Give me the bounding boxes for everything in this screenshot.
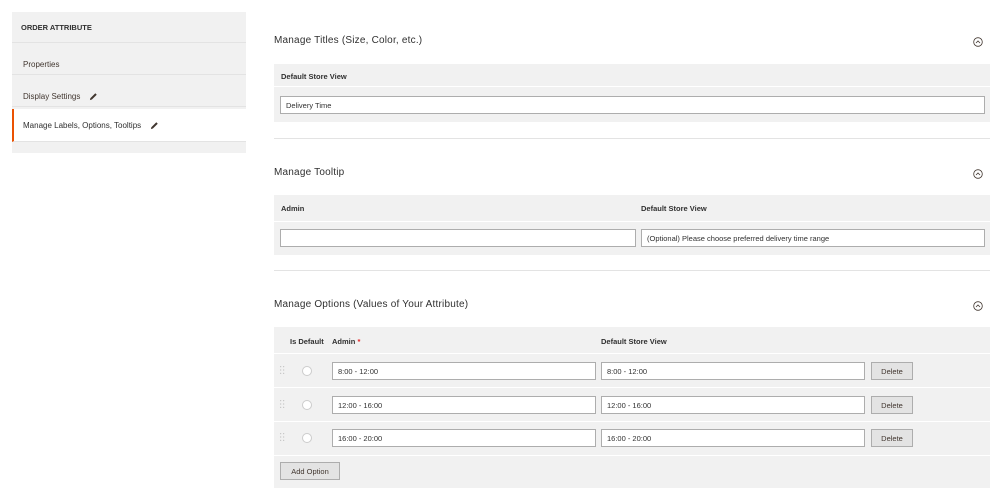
pencil-icon: [90, 93, 98, 101]
add-option-button[interactable]: Add Option: [280, 462, 340, 480]
divider: [274, 387, 990, 388]
divider: [274, 221, 990, 222]
sidebar-item-properties[interactable]: Properties: [12, 43, 246, 75]
divider: [274, 86, 990, 87]
option-store-view-input[interactable]: 8:00 - 12:00: [601, 362, 865, 380]
sidebar-title: ORDER ATTRIBUTE: [12, 12, 246, 43]
column-header-admin-label: Admin: [332, 337, 356, 346]
divider: [274, 421, 990, 422]
sidebar-item-manage-labels[interactable]: Manage Labels, Options, Tooltips: [12, 109, 246, 142]
is-default-radio[interactable]: [302, 433, 312, 443]
column-header-is-default: Is Default: [290, 337, 324, 346]
sidebar: ORDER ATTRIBUTE Properties Display Setti…: [12, 12, 246, 153]
delete-option-button[interactable]: Delete: [871, 429, 913, 447]
sidebar-item-display-settings[interactable]: Display Settings: [12, 75, 246, 107]
store-view-title-input[interactable]: Delivery Time: [280, 96, 985, 114]
option-store-view-input[interactable]: 12:00 - 16:00: [601, 396, 865, 414]
option-store-view-input[interactable]: 16:00 - 20:00: [601, 429, 865, 447]
divider: [274, 455, 990, 456]
column-header-default-store-view: Default Store View: [641, 204, 707, 213]
delete-option-button[interactable]: Delete: [871, 362, 913, 380]
drag-handle-icon[interactable]: [280, 366, 285, 374]
divider: [274, 353, 990, 354]
column-header-admin: Admin *: [332, 337, 360, 346]
chevron-up-circle-icon[interactable]: [973, 37, 983, 47]
is-default-radio[interactable]: [302, 366, 312, 376]
required-mark: *: [357, 337, 361, 346]
section-title-manage-titles: Manage Titles (Size, Color, etc.): [274, 35, 423, 46]
delete-option-button[interactable]: Delete: [871, 396, 913, 414]
section-title-manage-tooltip: Manage Tooltip: [274, 167, 345, 178]
option-admin-input[interactable]: 8:00 - 12:00: [332, 362, 596, 380]
chevron-up-circle-icon[interactable]: [973, 301, 983, 311]
tooltip-admin-input[interactable]: [280, 229, 636, 247]
pencil-icon: [151, 122, 158, 130]
sidebar-item-label: Display Settings: [23, 92, 81, 101]
column-header-admin: Admin: [281, 204, 305, 213]
is-default-radio[interactable]: [302, 400, 312, 410]
sidebar-item-label: Properties: [23, 60, 60, 69]
tooltip-store-view-input[interactable]: (Optional) Please choose preferred deliv…: [641, 229, 985, 247]
column-header-default-store-view: Default Store View: [601, 337, 667, 346]
option-admin-input[interactable]: 16:00 - 20:00: [332, 429, 596, 447]
drag-handle-icon[interactable]: [280, 400, 285, 408]
section-title-manage-options: Manage Options (Values of Your Attribute…: [274, 299, 469, 310]
sidebar-item-label: Manage Labels, Options, Tooltips: [23, 121, 142, 130]
column-header-default-store-view: Default Store View: [281, 72, 347, 81]
section-divider: [274, 270, 990, 271]
chevron-up-circle-icon[interactable]: [973, 169, 983, 179]
drag-handle-icon[interactable]: [280, 433, 285, 441]
option-admin-input[interactable]: 12:00 - 16:00: [332, 396, 596, 414]
section-divider: [274, 138, 990, 139]
